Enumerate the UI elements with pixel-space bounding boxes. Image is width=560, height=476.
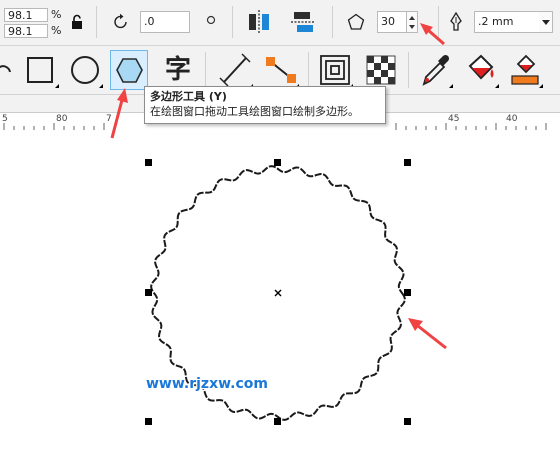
mirror-vertical-icon[interactable] — [290, 9, 316, 35]
spiral-tool[interactable] — [0, 50, 24, 90]
polygon-sides-icon — [347, 13, 365, 30]
separator — [438, 6, 439, 38]
polygon-tool-tooltip: 多边形工具 (Y) 在绘图窗口拖动工具绘图窗口绘制多边形。 — [144, 86, 386, 124]
selection-handle-right[interactable] — [404, 289, 411, 296]
center-marker-icon — [274, 289, 282, 297]
polygon-sides-input[interactable]: 30 — [377, 11, 407, 33]
scale-x-input[interactable]: 98.1 — [4, 8, 48, 22]
degree-icon — [206, 15, 216, 25]
spiral-icon — [0, 65, 11, 73]
rotate-icon — [114, 13, 127, 29]
flyout-indicator-icon — [449, 84, 453, 88]
contour-tool[interactable] — [316, 50, 354, 90]
outline-pen-icon — [450, 12, 462, 31]
transparency-tool[interactable] — [362, 50, 400, 90]
polygon-icon — [116, 58, 143, 83]
scale-y-percent-label: % — [51, 24, 62, 37]
selection-handle-top-right[interactable] — [404, 159, 411, 166]
transparency-icon — [366, 55, 396, 85]
ruler-tick-label: 5 — [2, 114, 8, 124]
outline-width-select[interactable]: .2 mm — [474, 11, 540, 33]
flyout-indicator-icon — [99, 84, 103, 88]
polygon-sides-spinner[interactable] — [407, 11, 418, 33]
selection-handle-bottom[interactable] — [274, 418, 281, 425]
separator — [232, 6, 233, 38]
eyedropper-tool[interactable] — [416, 50, 454, 90]
selection-handle-bottom-left[interactable] — [145, 418, 152, 425]
chevron-down-icon — [542, 20, 550, 25]
separator — [96, 6, 97, 38]
selection-handle-bottom-right[interactable] — [404, 418, 411, 425]
smart-fill-tool[interactable] — [506, 50, 544, 90]
separator — [332, 6, 333, 38]
drawing-canvas[interactable] — [0, 130, 560, 476]
scale-y-input[interactable]: 98.1 — [4, 24, 48, 38]
lock-ratio-icon[interactable] — [70, 14, 84, 30]
text-icon: 字 — [165, 55, 192, 85]
ruler-tick-label: 40 — [506, 114, 518, 124]
ellipse-tool[interactable] — [66, 50, 104, 90]
connector-tool[interactable] — [262, 50, 300, 90]
selection-handle-top[interactable] — [274, 159, 281, 166]
scale-x-percent-label: % — [51, 8, 62, 21]
selection-handle-left[interactable] — [145, 289, 152, 296]
tooltip-description: 在绘图窗口拖动工具绘图窗口绘制多边形。 — [150, 105, 359, 118]
separator — [308, 52, 309, 88]
ruler-tick-label: 7 — [106, 114, 112, 124]
watermark-text: www.rjzxw.com — [146, 376, 268, 392]
selection-handle-top-left[interactable] — [145, 159, 152, 166]
separator — [408, 52, 409, 88]
ruler-tick-label: 80 — [56, 114, 68, 124]
fill-tool[interactable] — [462, 50, 500, 90]
tooltip-title: 多边形工具 (Y) — [150, 90, 227, 103]
rotation-angle-input[interactable]: .0 — [140, 11, 190, 33]
flyout-indicator-icon — [55, 84, 59, 88]
flyout-indicator-icon — [495, 84, 499, 88]
property-bar: 98.1 % 98.1 % .0 30 .2 mm — [0, 0, 560, 46]
separator — [205, 52, 206, 88]
polygon-tool[interactable] — [110, 50, 148, 90]
dimension-tool[interactable] — [216, 50, 254, 90]
mirror-horizontal-icon[interactable] — [246, 9, 272, 35]
text-tool[interactable]: 字 — [160, 50, 198, 90]
ruler-tick-label: 45 — [448, 114, 460, 124]
flyout-indicator-icon — [539, 84, 543, 88]
outline-width-dropdown-button[interactable] — [539, 11, 553, 33]
rectangle-tool[interactable] — [22, 50, 60, 90]
